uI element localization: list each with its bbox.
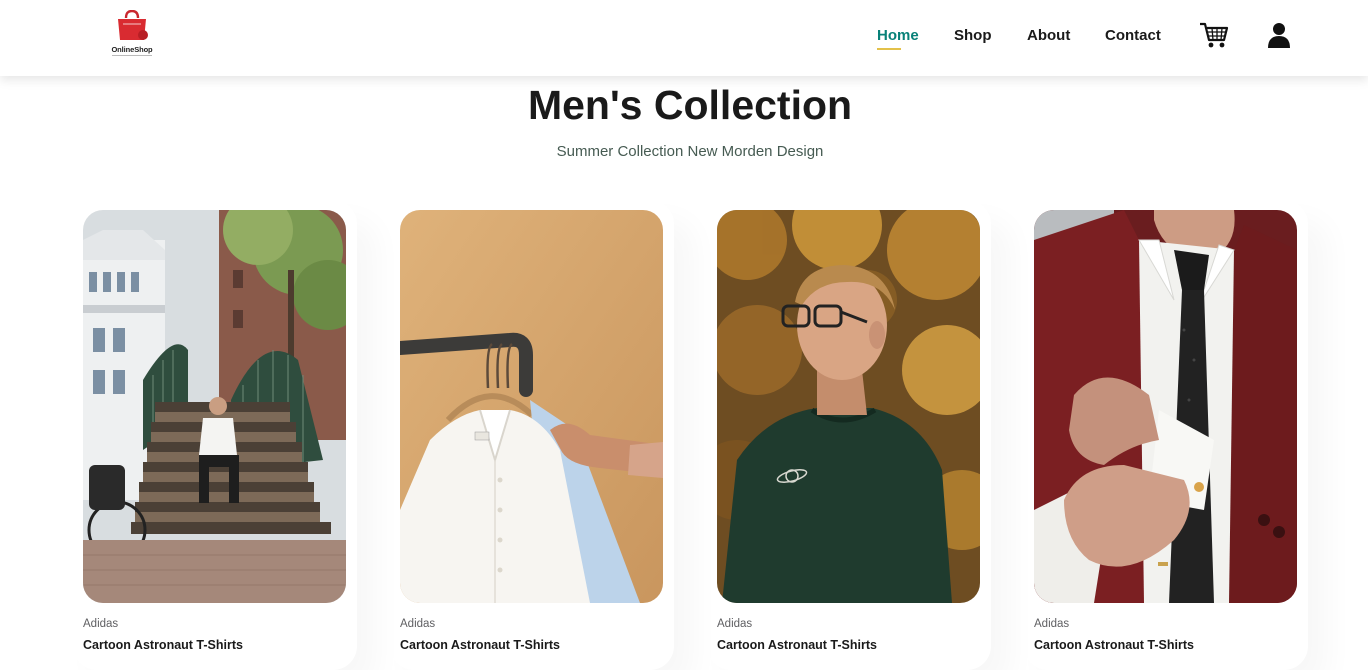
product-image [400,210,663,603]
product-brand: Adidas [717,618,753,630]
product-brand: Adidas [83,618,119,630]
main-nav: Home Shop About Contact [0,27,1368,51]
product-brand: Adidas [400,618,436,630]
product-name: Cartoon Astronaut T-Shirts [83,638,243,652]
nav-home-label: Home [877,27,919,44]
nav-home[interactable]: Home [877,27,919,50]
page-subtitle: Summer Collection New Morden Design [556,143,824,160]
nav-about[interactable]: About [1027,27,1070,44]
nav-shop[interactable]: Shop [954,27,992,44]
product-image [717,210,980,603]
product-image [1034,210,1297,603]
cart-icon[interactable] [1199,21,1229,49]
product-name: Cartoon Astronaut T-Shirts [400,638,560,652]
product-card[interactable]: Adidas Cartoon Astronaut T-Shirts [1024,200,1308,670]
product-card[interactable]: Adidas Cartoon Astronaut T-Shirts [390,200,674,670]
user-icon[interactable] [1267,22,1291,48]
product-name: Cartoon Astronaut T-Shirts [717,638,877,652]
product-name: Cartoon Astronaut T-Shirts [1034,638,1194,652]
product-card[interactable]: Adidas Cartoon Astronaut T-Shirts [73,200,357,670]
active-underline [877,48,901,50]
page-title: Men's Collection [527,82,853,128]
product-image [83,210,346,603]
product-card[interactable]: Adidas Cartoon Astronaut T-Shirts [707,200,991,670]
product-brand: Adidas [1034,618,1070,630]
logo-tagline-line [112,55,152,56]
nav-contact[interactable]: Contact [1105,27,1161,44]
site-header: OnlineShop Home Shop About Contact [0,0,1368,76]
